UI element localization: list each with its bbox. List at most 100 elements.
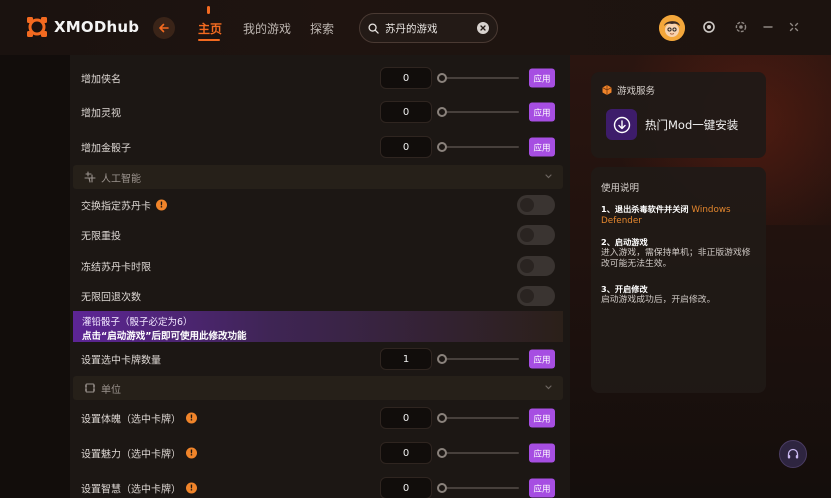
row-label: 交换指定苏丹卡 bbox=[81, 201, 151, 213]
value-slider[interactable] bbox=[437, 448, 519, 458]
banner-title: 灌铅骰子（骰子必定为6） bbox=[82, 317, 193, 328]
list-item: 增加灵视 0 应用 bbox=[70, 97, 570, 127]
back-arrow-icon bbox=[159, 23, 169, 33]
slider-thumb[interactable] bbox=[437, 448, 447, 458]
value-input[interactable]: 1 bbox=[380, 348, 432, 370]
row-label: 设置魅力（选中卡牌） bbox=[81, 449, 181, 461]
instruction-step-3: 3、开启修改 启动游戏成功后，开启修改。 bbox=[601, 284, 759, 306]
warning-icon[interactable]: ! bbox=[156, 199, 167, 211]
value-input[interactable]: 0 bbox=[380, 477, 432, 498]
value-slider[interactable] bbox=[437, 483, 519, 493]
slider-thumb[interactable] bbox=[437, 354, 447, 364]
chevron-down-icon[interactable] bbox=[544, 383, 553, 392]
search-icon bbox=[368, 22, 379, 34]
tab-home[interactable]: 主页 bbox=[198, 20, 222, 37]
apply-button[interactable]: 应用 bbox=[529, 408, 555, 428]
settings-icon[interactable] bbox=[734, 20, 748, 34]
warning-icon[interactable]: ! bbox=[186, 412, 197, 424]
app-logo[interactable]: XMODhub bbox=[26, 16, 139, 38]
logo-icon bbox=[26, 16, 48, 38]
section-header-ai[interactable]: 人工智能 bbox=[73, 165, 563, 189]
value-input[interactable]: 0 bbox=[380, 67, 432, 89]
banner-subtitle: 点击“启动游戏”后即可使用此修改功能 bbox=[82, 331, 247, 342]
unit-icon bbox=[85, 383, 95, 393]
clear-icon bbox=[480, 25, 486, 31]
step-heading: 1、退出杀毒软件并关闭 bbox=[601, 204, 689, 214]
warning-icon[interactable]: ! bbox=[186, 447, 197, 459]
minimize-icon[interactable] bbox=[761, 20, 775, 34]
step-body: 启动游戏成功后，开启修改。 bbox=[601, 295, 716, 305]
search-bar[interactable]: 苏丹的游戏 bbox=[359, 13, 498, 43]
step-heading: 2、启动游戏 bbox=[601, 237, 648, 247]
launch-required-banner: 灌铅骰子（骰子必定为6） 点击“启动游戏”后即可使用此修改功能 bbox=[73, 311, 563, 342]
ai-icon bbox=[84, 171, 96, 183]
value-slider[interactable] bbox=[437, 413, 519, 423]
apply-button[interactable]: 应用 bbox=[529, 478, 555, 498]
value-input[interactable]: 0 bbox=[380, 136, 432, 158]
row-label: 设置体魄（选中卡牌） bbox=[81, 414, 181, 426]
mod-list-panel: 增加侠名 0 应用 增加灵视 0 应用 增加金骰子 0 应用 人工智能 交换指定… bbox=[70, 55, 570, 498]
value-input[interactable]: 0 bbox=[380, 101, 432, 123]
support-button[interactable] bbox=[779, 440, 807, 468]
section-title: 单位 bbox=[101, 384, 121, 396]
instructions-title: 使用说明 bbox=[601, 183, 640, 194]
value-slider[interactable] bbox=[437, 142, 519, 152]
slider-thumb[interactable] bbox=[437, 107, 447, 117]
services-title: 游戏服务 bbox=[617, 86, 656, 97]
list-item: 增加侠名 0 应用 bbox=[70, 63, 570, 93]
search-input[interactable]: 苏丹的游戏 bbox=[385, 21, 477, 36]
tab-my-games[interactable]: 我的游戏 bbox=[243, 20, 291, 37]
mod-install-button[interactable]: 热门Mod一键安装 bbox=[606, 109, 738, 140]
row-label: 无限回退次数 bbox=[81, 292, 141, 304]
row-label: 设置智慧（选中卡牌） bbox=[81, 484, 181, 496]
apply-button[interactable]: 应用 bbox=[529, 102, 555, 122]
section-header-unit[interactable]: 单位 bbox=[73, 376, 563, 400]
list-item: 冻结苏丹卡时限 bbox=[70, 251, 570, 281]
list-item: 设置魅力（选中卡牌） ! 0 应用 bbox=[70, 438, 570, 468]
apply-button[interactable]: 应用 bbox=[529, 137, 555, 157]
slider-thumb[interactable] bbox=[437, 413, 447, 423]
value-slider[interactable] bbox=[437, 107, 519, 117]
list-item: 无限回退次数 bbox=[70, 281, 570, 311]
toggle-switch[interactable] bbox=[517, 256, 555, 276]
chevron-down-icon[interactable] bbox=[544, 172, 553, 181]
avatar[interactable] bbox=[659, 15, 685, 41]
headset-icon bbox=[787, 448, 799, 459]
toggle-switch[interactable] bbox=[517, 195, 555, 215]
active-tab-underline bbox=[198, 39, 220, 41]
list-item: 设置体魄（选中卡牌） ! 0 应用 bbox=[70, 403, 570, 433]
toggle-switch[interactable] bbox=[517, 225, 555, 245]
list-item: 交换指定苏丹卡 ! bbox=[70, 190, 570, 220]
slider-thumb[interactable] bbox=[437, 73, 447, 83]
instruction-step-1: 1、退出杀毒软件并关闭 Windows Defender bbox=[601, 204, 759, 227]
game-services-card: 游戏服务 热门Mod一键安装 bbox=[591, 72, 766, 158]
value-slider[interactable] bbox=[437, 73, 519, 83]
apply-button[interactable]: 应用 bbox=[529, 443, 555, 463]
row-label: 增加灵视 bbox=[81, 108, 121, 120]
value-input[interactable]: 0 bbox=[380, 442, 432, 464]
back-button[interactable] bbox=[153, 17, 175, 39]
apply-button[interactable]: 应用 bbox=[529, 68, 555, 88]
row-label: 无限重投 bbox=[81, 231, 121, 243]
list-item: 无限重投 bbox=[70, 220, 570, 250]
toggle-switch[interactable] bbox=[517, 286, 555, 306]
row-label: 设置选中卡牌数量 bbox=[81, 355, 161, 367]
row-label: 冻结苏丹卡时限 bbox=[81, 262, 151, 274]
value-input[interactable]: 0 bbox=[380, 407, 432, 429]
list-item: 增加金骰子 0 应用 bbox=[70, 132, 570, 162]
clear-search-button[interactable] bbox=[477, 22, 489, 34]
user-status-icon[interactable] bbox=[702, 20, 716, 34]
instruction-step-2: 2、启动游戏 进入游戏，需保持单机；非正版游戏修改可能无法生效。 bbox=[601, 237, 759, 270]
install-label: 热门Mod一键安装 bbox=[645, 117, 739, 132]
slider-thumb[interactable] bbox=[437, 142, 447, 152]
apply-button[interactable]: 应用 bbox=[529, 349, 555, 369]
app-name: XMODhub bbox=[54, 18, 140, 36]
tab-explore[interactable]: 探索 bbox=[310, 20, 334, 37]
close-icon[interactable] bbox=[787, 20, 801, 34]
value-slider[interactable] bbox=[437, 354, 519, 364]
download-icon bbox=[613, 116, 630, 133]
warning-icon[interactable]: ! bbox=[186, 482, 197, 494]
list-item: 设置智慧（选中卡牌） ! 0 应用 bbox=[70, 473, 570, 498]
services-icon bbox=[602, 85, 612, 95]
slider-thumb[interactable] bbox=[437, 483, 447, 493]
